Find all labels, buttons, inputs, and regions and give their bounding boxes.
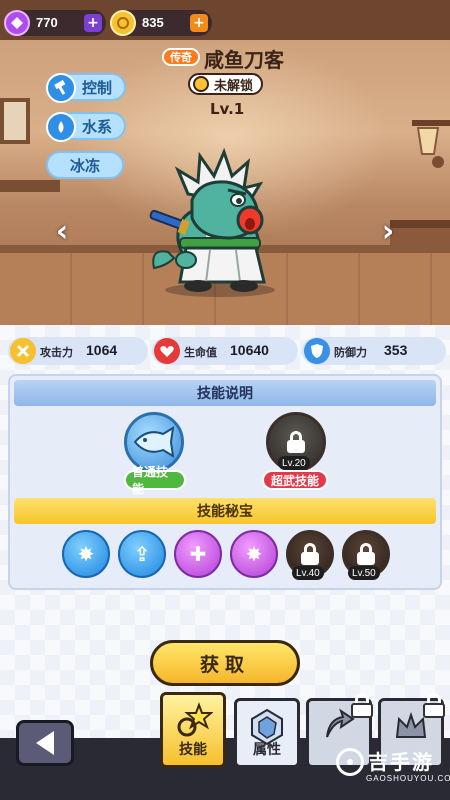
- hero-character[interactable]: [140, 140, 300, 300]
- hammer-icon: [46, 73, 76, 103]
- lock-icon: [351, 693, 373, 719]
- lock-status-badge: 未解锁: [188, 73, 264, 95]
- watermark-url: GAOSHOUYOU.COM: [366, 774, 450, 783]
- normal-skill-label: 普通技能: [124, 465, 186, 496]
- previous-hero-arrow-icon[interactable]: ‹: [50, 214, 74, 249]
- skills-section-title: 技能说明: [14, 380, 436, 406]
- watermark-title: 吉手游: [368, 750, 434, 774]
- tag-freeze[interactable]: 冰冻: [46, 151, 124, 179]
- hp-label: 生命值: [184, 346, 217, 359]
- hp-value: 10640: [230, 342, 269, 358]
- rarity-badge: 传奇: [162, 48, 200, 66]
- ultimate-level-requirement: Lv.20: [278, 456, 310, 470]
- defense-value: 353: [384, 342, 408, 358]
- lock-icon: [423, 693, 445, 719]
- site-watermark: 吉手游 GAOSHOUYOU.COM: [330, 740, 450, 800]
- add-coins-button[interactable]: +: [190, 14, 208, 32]
- star-skill-icon: [177, 702, 213, 737]
- sword-icon: [10, 338, 36, 364]
- ultimate-skill-label: 超武技能: [262, 470, 328, 490]
- hero-name: 咸鱼刀客: [204, 48, 284, 72]
- tag-freeze-label: 冰冻: [69, 156, 100, 175]
- wall-shelf: [0, 180, 60, 192]
- tag-control-label: 控制: [82, 78, 113, 97]
- treasure-boost-blue-icon[interactable]: ⇪: [118, 530, 166, 578]
- hero-level: Lv.1: [210, 100, 245, 118]
- lock-icon: [287, 431, 305, 453]
- water-drop-icon: [46, 112, 76, 142]
- tag-water[interactable]: 水系: [46, 112, 126, 142]
- heart-icon: [154, 338, 180, 364]
- lock-icon: [301, 543, 319, 565]
- tag-water-label: 水系: [82, 117, 113, 136]
- gem-counter: 770 +: [4, 10, 106, 36]
- coin-counter: 835 +: [110, 10, 212, 36]
- add-gems-button[interactable]: +: [84, 14, 102, 32]
- attack-stat: 攻击力 1064: [8, 337, 148, 365]
- tab-skills[interactable]: 技能: [160, 692, 226, 768]
- treasure-section-title: 技能秘宝: [14, 498, 436, 524]
- lock-icon: [357, 543, 375, 565]
- attack-label: 攻击力: [40, 346, 73, 359]
- wall-picture: [0, 98, 30, 144]
- treasure-level-requirement: Lv.50: [348, 566, 380, 580]
- hanging-pan-decoration: [412, 120, 450, 168]
- next-hero-arrow-icon[interactable]: ›: [376, 214, 400, 249]
- hp-stat: 生命值 10640: [152, 337, 298, 365]
- coin-amount: 835: [142, 15, 164, 30]
- tab-attributes[interactable]: 属性: [234, 698, 300, 768]
- back-button[interactable]: [16, 720, 74, 766]
- gem-amount: 770: [36, 15, 58, 30]
- attack-value: 1064: [86, 342, 118, 358]
- hexagon-stats-icon: [251, 708, 283, 746]
- fish-icon: [133, 426, 175, 458]
- watermark-logo-icon: [336, 748, 364, 776]
- treasure-potion-purple-icon[interactable]: ✚: [174, 530, 222, 578]
- treasure-burst-blue-icon[interactable]: ✸: [62, 530, 110, 578]
- obtain-button[interactable]: 获取: [150, 640, 300, 686]
- purple-gem-icon: [4, 10, 30, 36]
- tab-skills-label: 技能: [179, 742, 207, 758]
- back-arrow-icon: [36, 731, 54, 755]
- treasure-burst-purple-icon[interactable]: ✸: [230, 530, 278, 578]
- tag-control[interactable]: 控制: [46, 73, 126, 103]
- lock-status-text: 未解锁: [214, 78, 254, 94]
- defense-label: 防御力: [334, 346, 367, 359]
- lock-icon: [193, 76, 209, 92]
- treasure-level-requirement: Lv.40: [292, 566, 324, 580]
- gold-coin-icon: [110, 10, 136, 36]
- shield-icon: [304, 338, 330, 364]
- defense-stat: 防御力 353: [302, 337, 446, 365]
